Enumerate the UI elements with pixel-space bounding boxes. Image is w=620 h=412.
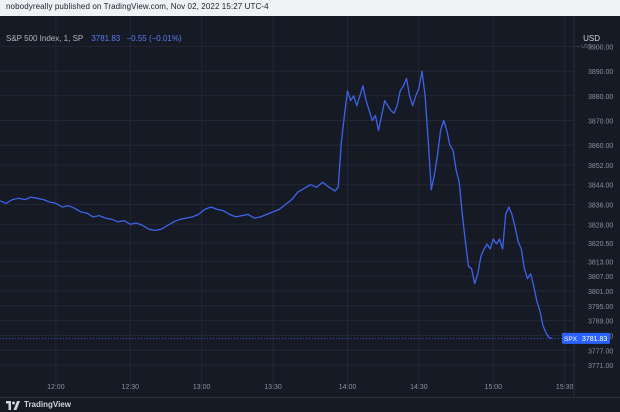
chart-window: nobodyreally published on TradingView.co… [0, 0, 620, 412]
y-tick-label: 3890.00 [588, 69, 613, 76]
y-tick-label: 3789.00 [588, 319, 613, 326]
y-tick-label: 3795.00 [588, 304, 613, 311]
y-tick-label: 3870.00 [588, 118, 613, 125]
x-tick-label: 15:30 [556, 384, 574, 391]
x-tick-label: 12:00 [47, 384, 65, 391]
footer-bar: TradingView [0, 397, 620, 412]
x-tick-label: 13:30 [264, 384, 282, 391]
y-tick-label: 3771.00 [588, 363, 613, 370]
x-tick-label: 13:00 [193, 384, 211, 391]
legend-price: 3781.83 [91, 34, 121, 43]
last-price-value: 3781.83 [582, 336, 607, 343]
legend-change: −0.55 (−0.01%) [126, 34, 182, 43]
y-tick-label: 3820.50 [588, 241, 613, 248]
currency-label[interactable]: USD [583, 34, 600, 43]
publisher-line: nobodyreally published on TradingView.co… [6, 2, 269, 11]
y-tick-label: 3777.00 [588, 348, 613, 355]
y-tick-label: 3813.00 [588, 259, 613, 266]
last-price-symbol: SPX [564, 336, 578, 343]
x-tick-label: 15:00 [485, 384, 503, 391]
last-price-tag[interactable]: SPX 3781.83 [562, 332, 610, 344]
chart-area[interactable]: 3900.00 3890.00 3880.00 3870.00 3860.00 3852.… [0, 16, 620, 397]
y-tick-label: 3836.00 [588, 203, 613, 210]
y-tick-label: 3801.00 [588, 289, 613, 296]
y-tick-label: 3844.00 [588, 183, 613, 190]
y-tick-label: 3880.00 [588, 94, 613, 101]
x-tick-label: 14:00 [339, 384, 357, 391]
y-tick-label: 3852.00 [588, 163, 613, 170]
symbol-legend[interactable]: S&P 500 Index, 1, SP 3781.83 −0.55 (−0.0… [6, 34, 182, 43]
x-tick-label: 12:30 [122, 384, 140, 391]
brand-name[interactable]: TradingView [24, 400, 71, 409]
price-chart[interactable]: 3900.003890.003880.003870.003860.003852.… [0, 16, 620, 397]
y-tick-label: 3828.00 [588, 222, 613, 229]
publisher-bar: nobodyreally published on TradingView.co… [0, 0, 620, 17]
symbol-title: S&P 500 Index, 1, SP [6, 34, 84, 43]
y-tick-label: 3807.00 [588, 274, 613, 281]
sub-currency-label: — USD [575, 44, 592, 50]
x-tick-label: 14:30 [410, 384, 428, 391]
tradingview-logo-icon[interactable] [6, 401, 20, 410]
y-tick-label: 3860.00 [588, 143, 613, 150]
